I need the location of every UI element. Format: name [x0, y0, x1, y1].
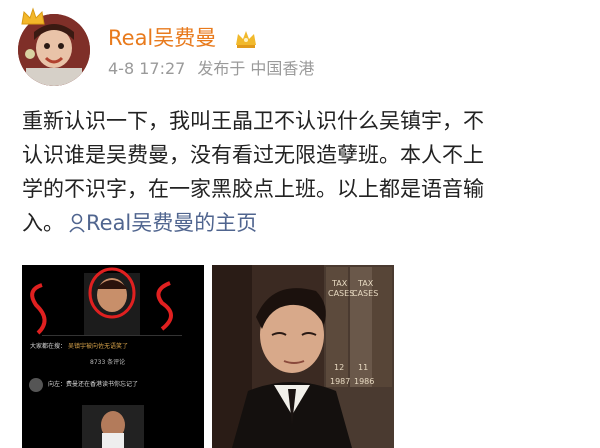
post-line-4: 入。 Real吴费曼的主页	[22, 206, 582, 240]
post-meta: 4-8 17:27 发布于 中国香港	[108, 58, 326, 80]
comment-count: 8733 条评论	[90, 359, 126, 366]
book-label: CASES	[328, 289, 355, 298]
post-line-4-text: 入。	[22, 211, 64, 235]
book-label: TAX	[358, 279, 374, 288]
username[interactable]: Real吴费曼	[108, 24, 216, 52]
image-thumbnail-left[interactable]: 大家都在搜： 吴镇宇被向佐无语笑了 8733 条评论 向左：费曼还在香港读书你忘…	[22, 265, 204, 448]
post-date: 4-8 17:27	[108, 59, 186, 78]
image-grid: 大家都在搜： 吴镇宇被向佐无语笑了 8733 条评论 向左：费曼还在香港读书你忘…	[22, 265, 394, 448]
search-label: 大家都在搜：	[30, 343, 67, 350]
vip-crown-icon[interactable]	[233, 27, 259, 51]
comment-text: 向左：费曼还在香港读书你忘记了	[48, 381, 139, 388]
crown-icon	[20, 6, 46, 28]
profile-link-text: Real吴费曼的主页	[86, 211, 258, 235]
book-label: TAX	[332, 279, 348, 288]
book-label: 11	[358, 363, 369, 372]
post-line-1: 重新认识一下，我叫王晶卫不认识什么吴镇宇，不	[22, 109, 484, 133]
search-query: 吴镇宇被向佐无语笑了	[68, 343, 129, 350]
post-line-2: 认识谁是吴费曼，没有看过无限造孽班。本人不上	[22, 143, 484, 167]
book-label: 12	[334, 363, 345, 372]
post-line-3: 学的不识字，在一家黑胶点上班。以上都是语音输	[22, 177, 484, 201]
post-location: 发布于 中国香港	[197, 59, 315, 78]
book-label: 1987	[330, 377, 351, 386]
book-label: CASES	[352, 289, 379, 298]
user-profile-icon	[68, 209, 86, 233]
profile-link[interactable]: Real吴费曼的主页	[64, 211, 257, 235]
image-thumbnail-right[interactable]: TAX CASES TAX CASES 12 11 1987 1986	[212, 265, 394, 448]
book-label: 1986	[354, 377, 375, 386]
post-header: Real吴费曼 4-8 17:27 发布于 中国香港	[0, 0, 600, 100]
post-text: 重新认识一下，我叫王晶卫不认识什么吴镇宇，不 认识谁是吴费曼，没有看过无限造孽班…	[22, 104, 582, 240]
